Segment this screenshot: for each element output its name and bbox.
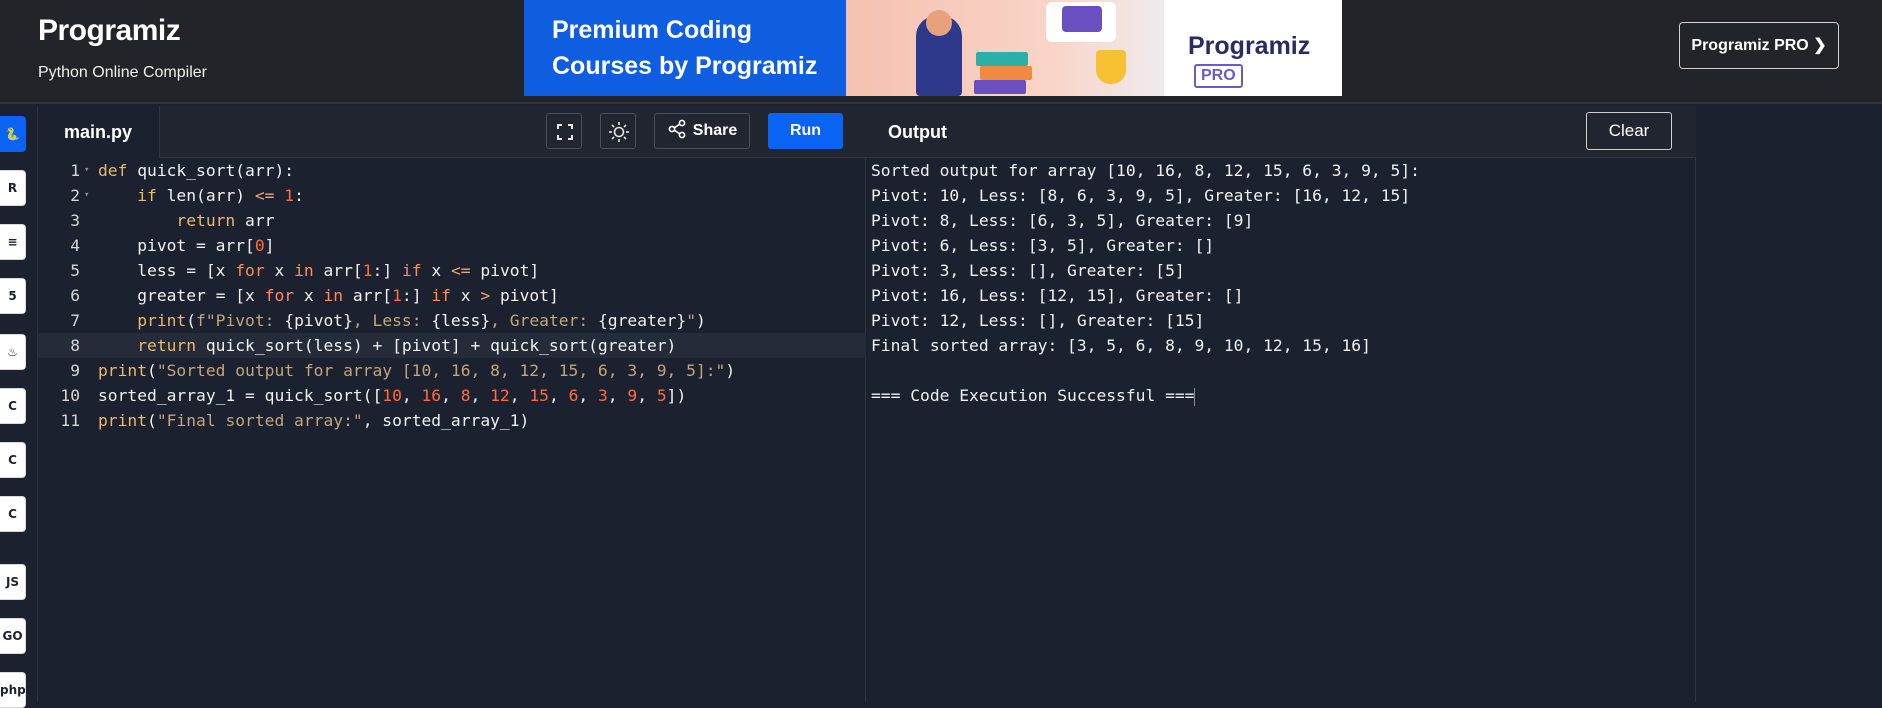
- fullscreen-button[interactable]: [546, 113, 582, 149]
- js-icon[interactable]: JS: [0, 564, 26, 600]
- banner-line-1: Premium Coding: [552, 16, 753, 44]
- output-line: Pivot: 10, Less: [8, 6, 3, 9, 5], Greate…: [871, 186, 1411, 205]
- banner-logo-text: Programiz: [1188, 32, 1311, 60]
- html-icon[interactable]: 5: [0, 278, 26, 314]
- go-icon[interactable]: GO: [0, 618, 26, 654]
- fold-arrow-icon[interactable]: ▾: [84, 158, 89, 183]
- file-tab-main-py[interactable]: main.py: [38, 106, 160, 158]
- share-label: Share: [692, 122, 738, 139]
- code-line[interactable]: 11 print("Final sorted array:", sorted_ar…: [38, 408, 866, 433]
- book-icon: [974, 80, 1026, 94]
- code-line[interactable]: 9 print("Sorted output for array [10, 16,…: [38, 358, 866, 383]
- csharp-icon[interactable]: C: [0, 496, 26, 532]
- code-line[interactable]: 7 print(f"Pivot: {pivot}, Less: {less}, …: [38, 308, 866, 333]
- trophy-icon: [1096, 50, 1126, 84]
- code-line[interactable]: 4 pivot = arr[0]: [38, 233, 866, 258]
- output-console[interactable]: Sorted output for array [10, 16, 8, 12, …: [871, 158, 1691, 408]
- code-line[interactable]: 1 ▾ def quick_sort(arr):: [38, 158, 866, 183]
- output-header: Output Clear: [866, 106, 1696, 158]
- r-icon[interactable]: R: [0, 170, 26, 206]
- sun-icon: [609, 122, 629, 142]
- run-button[interactable]: Run: [768, 113, 843, 149]
- fullscreen-icon: [557, 124, 573, 140]
- top-bar: Programiz Python Online Compiler Premium…: [0, 0, 1882, 104]
- code-line[interactable]: 3 return arr: [38, 208, 866, 233]
- student-head: [926, 10, 952, 36]
- code-line[interactable]: 5 less = [x for x in arr[1:] if x <= piv…: [38, 258, 866, 283]
- share-icon: [668, 119, 686, 139]
- output-line: Sorted output for array [10, 16, 8, 12, …: [871, 161, 1420, 180]
- php-icon[interactable]: php: [0, 672, 26, 708]
- code-input[interactable]: 1 ▾ def quick_sort(arr): 2 ▾ if len(arr) <=…: [38, 158, 866, 702]
- banner-headline: Premium Coding Courses by Programiz: [552, 12, 817, 84]
- output-panel: Output Clear Sorted output for array [10…: [866, 106, 1696, 702]
- clear-button[interactable]: Clear: [1586, 112, 1672, 150]
- programiz-pro-button[interactable]: Programiz PRO ❯: [1679, 22, 1839, 69]
- output-line: Pivot: 12, Less: [], Greater: [15]: [871, 311, 1205, 330]
- cpp-icon[interactable]: C: [0, 442, 26, 478]
- sql-icon[interactable]: ≡: [0, 224, 26, 260]
- code-line[interactable]: 6 greater = [x for x in arr[1:] if x > p…: [38, 283, 866, 308]
- c-icon[interactable]: C: [0, 388, 26, 424]
- code-editor: main.py Share Run 1 ▾ def quick_sort(arr…: [38, 106, 866, 702]
- execution-status: === Code Execution Successful ===: [871, 386, 1195, 405]
- banner-illustration: [846, 0, 1186, 96]
- code-line[interactable]: 2 ▾ if len(arr) <= 1:: [38, 183, 866, 208]
- text-cursor: [1194, 387, 1196, 406]
- brand[interactable]: Programiz Python Online Compiler: [38, 14, 207, 82]
- pro-badge: PRO: [1194, 64, 1243, 89]
- language-sidebar: 🐍 R ≡ 5 ♨ C C C JS GO php: [0, 106, 38, 708]
- output-line: Pivot: 16, Less: [12, 15], Greater: []: [871, 286, 1244, 305]
- ad-banner[interactable]: Premium Coding Courses by Programiz Prog…: [524, 0, 1342, 96]
- output-line: Pivot: 8, Less: [6, 3, 5], Greater: [9]: [871, 211, 1254, 230]
- output-line: Final sorted array: [3, 5, 6, 8, 9, 10, …: [871, 336, 1371, 355]
- share-button[interactable]: Share: [654, 113, 750, 149]
- banner-line-2: Courses by Programiz: [552, 52, 818, 80]
- graduation-cap-icon: [1062, 6, 1102, 32]
- compiler-title: Python Online Compiler: [38, 64, 207, 81]
- code-line[interactable]: 8 return quick_sort(less) + [pivot] + qu…: [38, 333, 866, 358]
- editor-toolbar: main.py Share Run: [38, 106, 866, 158]
- book-icon: [980, 66, 1032, 80]
- right-margin: [1697, 106, 1882, 702]
- fold-arrow-icon[interactable]: ▾: [84, 183, 89, 208]
- output-line: === Code Execution Successful ===: [871, 383, 1691, 408]
- banner-brand: Programiz PRO: [1164, 0, 1342, 96]
- banner-logo: Programiz PRO: [1188, 32, 1342, 90]
- theme-toggle-button[interactable]: [600, 113, 636, 149]
- book-icon: [976, 52, 1028, 66]
- code-line[interactable]: 10 sorted_array_1 = quick_sort([10, 16, 8…: [38, 383, 866, 408]
- programiz-logo[interactable]: Programiz: [38, 14, 207, 48]
- output-line: Pivot: 6, Less: [3, 5], Greater: []: [871, 236, 1215, 255]
- output-title: Output: [888, 122, 947, 142]
- java-icon[interactable]: ♨: [0, 334, 26, 370]
- output-line: Pivot: 3, Less: [], Greater: [5]: [871, 261, 1185, 280]
- python-icon[interactable]: 🐍: [0, 116, 26, 152]
